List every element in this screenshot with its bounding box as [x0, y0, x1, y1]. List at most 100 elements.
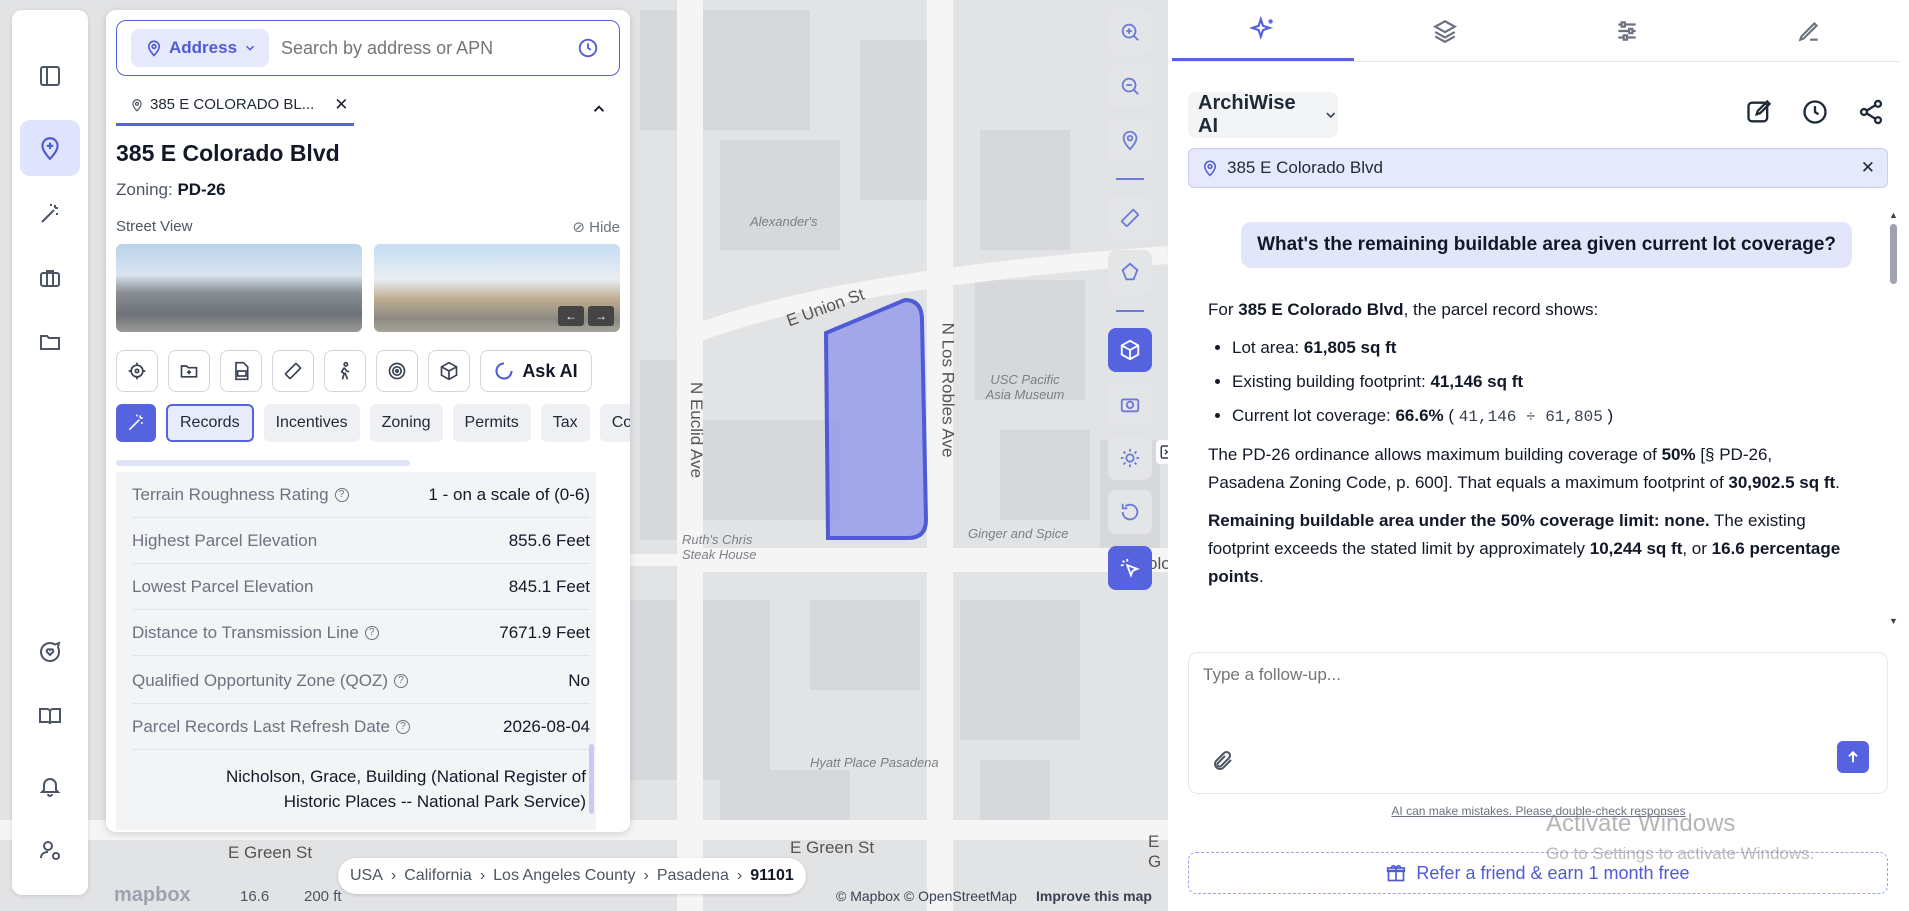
projects-button[interactable]	[20, 250, 80, 306]
text: .	[1259, 567, 1264, 586]
property-tab[interactable]: 385 E COLORADO BL... ✕	[116, 86, 354, 126]
breadcrumb-item[interactable]: California	[404, 867, 472, 885]
tab-incentives[interactable]: Incentives	[263, 404, 360, 442]
screenshot-button[interactable]	[1108, 382, 1152, 426]
notifications-button[interactable]	[20, 758, 80, 814]
add-to-folder-button[interactable]	[168, 350, 210, 392]
tab-tax[interactable]: Tax	[540, 404, 590, 442]
ask-ai-button[interactable]: Ask AI	[480, 350, 592, 392]
new-chat-icon[interactable]	[1745, 98, 1773, 126]
location-pin-icon	[1122, 130, 1138, 151]
street-view-image[interactable]	[116, 244, 362, 332]
tab-records[interactable]: Records	[166, 404, 254, 442]
scrollbar-thumb[interactable]	[1890, 224, 1897, 284]
radius-button[interactable]	[376, 350, 418, 392]
share-icon[interactable]	[1857, 98, 1885, 126]
close-icon[interactable]: ✕	[1861, 158, 1875, 178]
draw-button[interactable]	[1108, 250, 1152, 294]
history-icon[interactable]	[1801, 98, 1829, 126]
ai-panel: ArchiWise AI 385 E Colorado Blvd ✕ What'…	[1168, 0, 1909, 911]
text: .	[1835, 473, 1840, 492]
tab-filters[interactable]	[1536, 0, 1718, 61]
row-value: 2026-08-04	[503, 716, 590, 736]
text-bold: Remaining buildable area under the 50% c…	[1208, 511, 1710, 530]
help-icon[interactable]: ?	[334, 487, 349, 502]
tab-permits[interactable]: Permits	[452, 404, 531, 442]
files-button[interactable]	[20, 314, 80, 370]
reset-button[interactable]	[1108, 490, 1152, 534]
zoom-out-button[interactable]	[1108, 64, 1152, 108]
ai-response: For 385 E Colorado Blvd, the parcel reco…	[1208, 296, 1848, 591]
search-mode-dropdown[interactable]: Address	[131, 29, 269, 67]
scroll-up-icon[interactable]: ▲	[1889, 210, 1898, 220]
locate-button[interactable]	[1108, 118, 1152, 162]
text-bold: 50%	[1661, 445, 1696, 464]
locate-parcel-button[interactable]	[116, 350, 158, 392]
3d-view-button[interactable]	[1108, 328, 1152, 372]
chat-support-button[interactable]	[20, 624, 80, 680]
select-button[interactable]	[1108, 546, 1152, 590]
scroll-down-icon[interactable]: ▼	[1889, 616, 1898, 626]
measure-tool-button[interactable]	[272, 350, 314, 392]
history-icon[interactable]	[577, 37, 599, 59]
panel-tabs	[1172, 0, 1900, 62]
walk-score-button[interactable]	[324, 350, 366, 392]
records-scrollbar[interactable]	[589, 744, 594, 814]
model-selector[interactable]: ArchiWise AI	[1188, 92, 1338, 138]
breadcrumb-item[interactable]: Los Angeles County	[493, 867, 635, 885]
zoom-in-button[interactable]	[1108, 10, 1152, 54]
tabs-scrollbar[interactable]	[116, 460, 410, 466]
street-view-image[interactable]: ← →	[374, 244, 620, 332]
measure-button[interactable]	[1108, 196, 1152, 240]
massing-3d-button[interactable]	[428, 350, 470, 392]
arrow-right-icon[interactable]: →	[588, 306, 614, 326]
sidebar-icon	[40, 66, 60, 86]
help-icon[interactable]: ?	[364, 625, 379, 640]
breadcrumb: USA › California › Los Angeles County › Pas…	[338, 858, 806, 894]
chat-heart-icon	[40, 641, 61, 662]
tab-com[interactable]: Com	[599, 404, 630, 442]
briefcase-icon	[40, 270, 60, 287]
tab-zoning[interactable]: Zoning	[369, 404, 443, 442]
help-icon[interactable]: ?	[395, 719, 410, 734]
street-label: E Green St	[228, 843, 313, 862]
follow-up-box	[1188, 652, 1888, 794]
breadcrumb-item[interactable]: 91101	[750, 867, 794, 885]
docs-button[interactable]	[20, 688, 80, 744]
help-icon[interactable]: ?	[394, 673, 409, 688]
tab-draw[interactable]	[1718, 0, 1900, 61]
light-mode-button[interactable]	[1108, 436, 1152, 480]
map-search-button[interactable]	[20, 120, 80, 176]
send-button[interactable]	[1837, 741, 1869, 773]
map-attribution[interactable]: © Mapbox © OpenStreetMap	[836, 888, 1017, 904]
toggle-sidebar-button[interactable]	[20, 48, 80, 104]
hide-street-view-button[interactable]: ⊘ Hide	[572, 218, 620, 236]
camera-icon	[1120, 398, 1140, 413]
chat-actions	[1745, 98, 1885, 126]
chat-scrollbar[interactable]: ▲ ▼	[1889, 210, 1898, 626]
row-value: 845.1 Feet	[508, 576, 590, 596]
ai-summary-tab[interactable]	[116, 404, 156, 442]
follow-up-input[interactable]	[1203, 665, 1863, 725]
chevron-right-icon: ›	[736, 867, 743, 884]
chevron-up-icon[interactable]	[590, 100, 608, 118]
tab-ai[interactable]	[1172, 0, 1354, 61]
chevron-right-icon: ›	[390, 867, 397, 884]
search-input[interactable]	[281, 37, 571, 59]
gift-icon	[1387, 864, 1406, 882]
export-pdf-button[interactable]	[220, 350, 262, 392]
magic-tools-button[interactable]	[20, 186, 80, 242]
tab-layers[interactable]	[1354, 0, 1536, 61]
breadcrumb-item[interactable]: USA	[350, 867, 383, 885]
paperclip-icon[interactable]	[1211, 749, 1235, 773]
cursor-click-icon	[1120, 558, 1140, 578]
street-label: N Los Robles Ave	[938, 322, 958, 458]
improve-map-link[interactable]: Improve this map	[1036, 888, 1152, 904]
account-button[interactable]	[20, 822, 80, 878]
text-bold: 30,902.5 sq ft	[1728, 473, 1836, 492]
arrow-left-icon[interactable]: ←	[558, 306, 584, 326]
ai-disclaimer[interactable]: AI can make mistakes. Please double-chec…	[1168, 804, 1909, 818]
close-icon[interactable]: ✕	[334, 95, 348, 115]
breadcrumb-item[interactable]: Pasadena	[657, 867, 729, 885]
row-value: 855.6 Feet	[508, 530, 590, 550]
